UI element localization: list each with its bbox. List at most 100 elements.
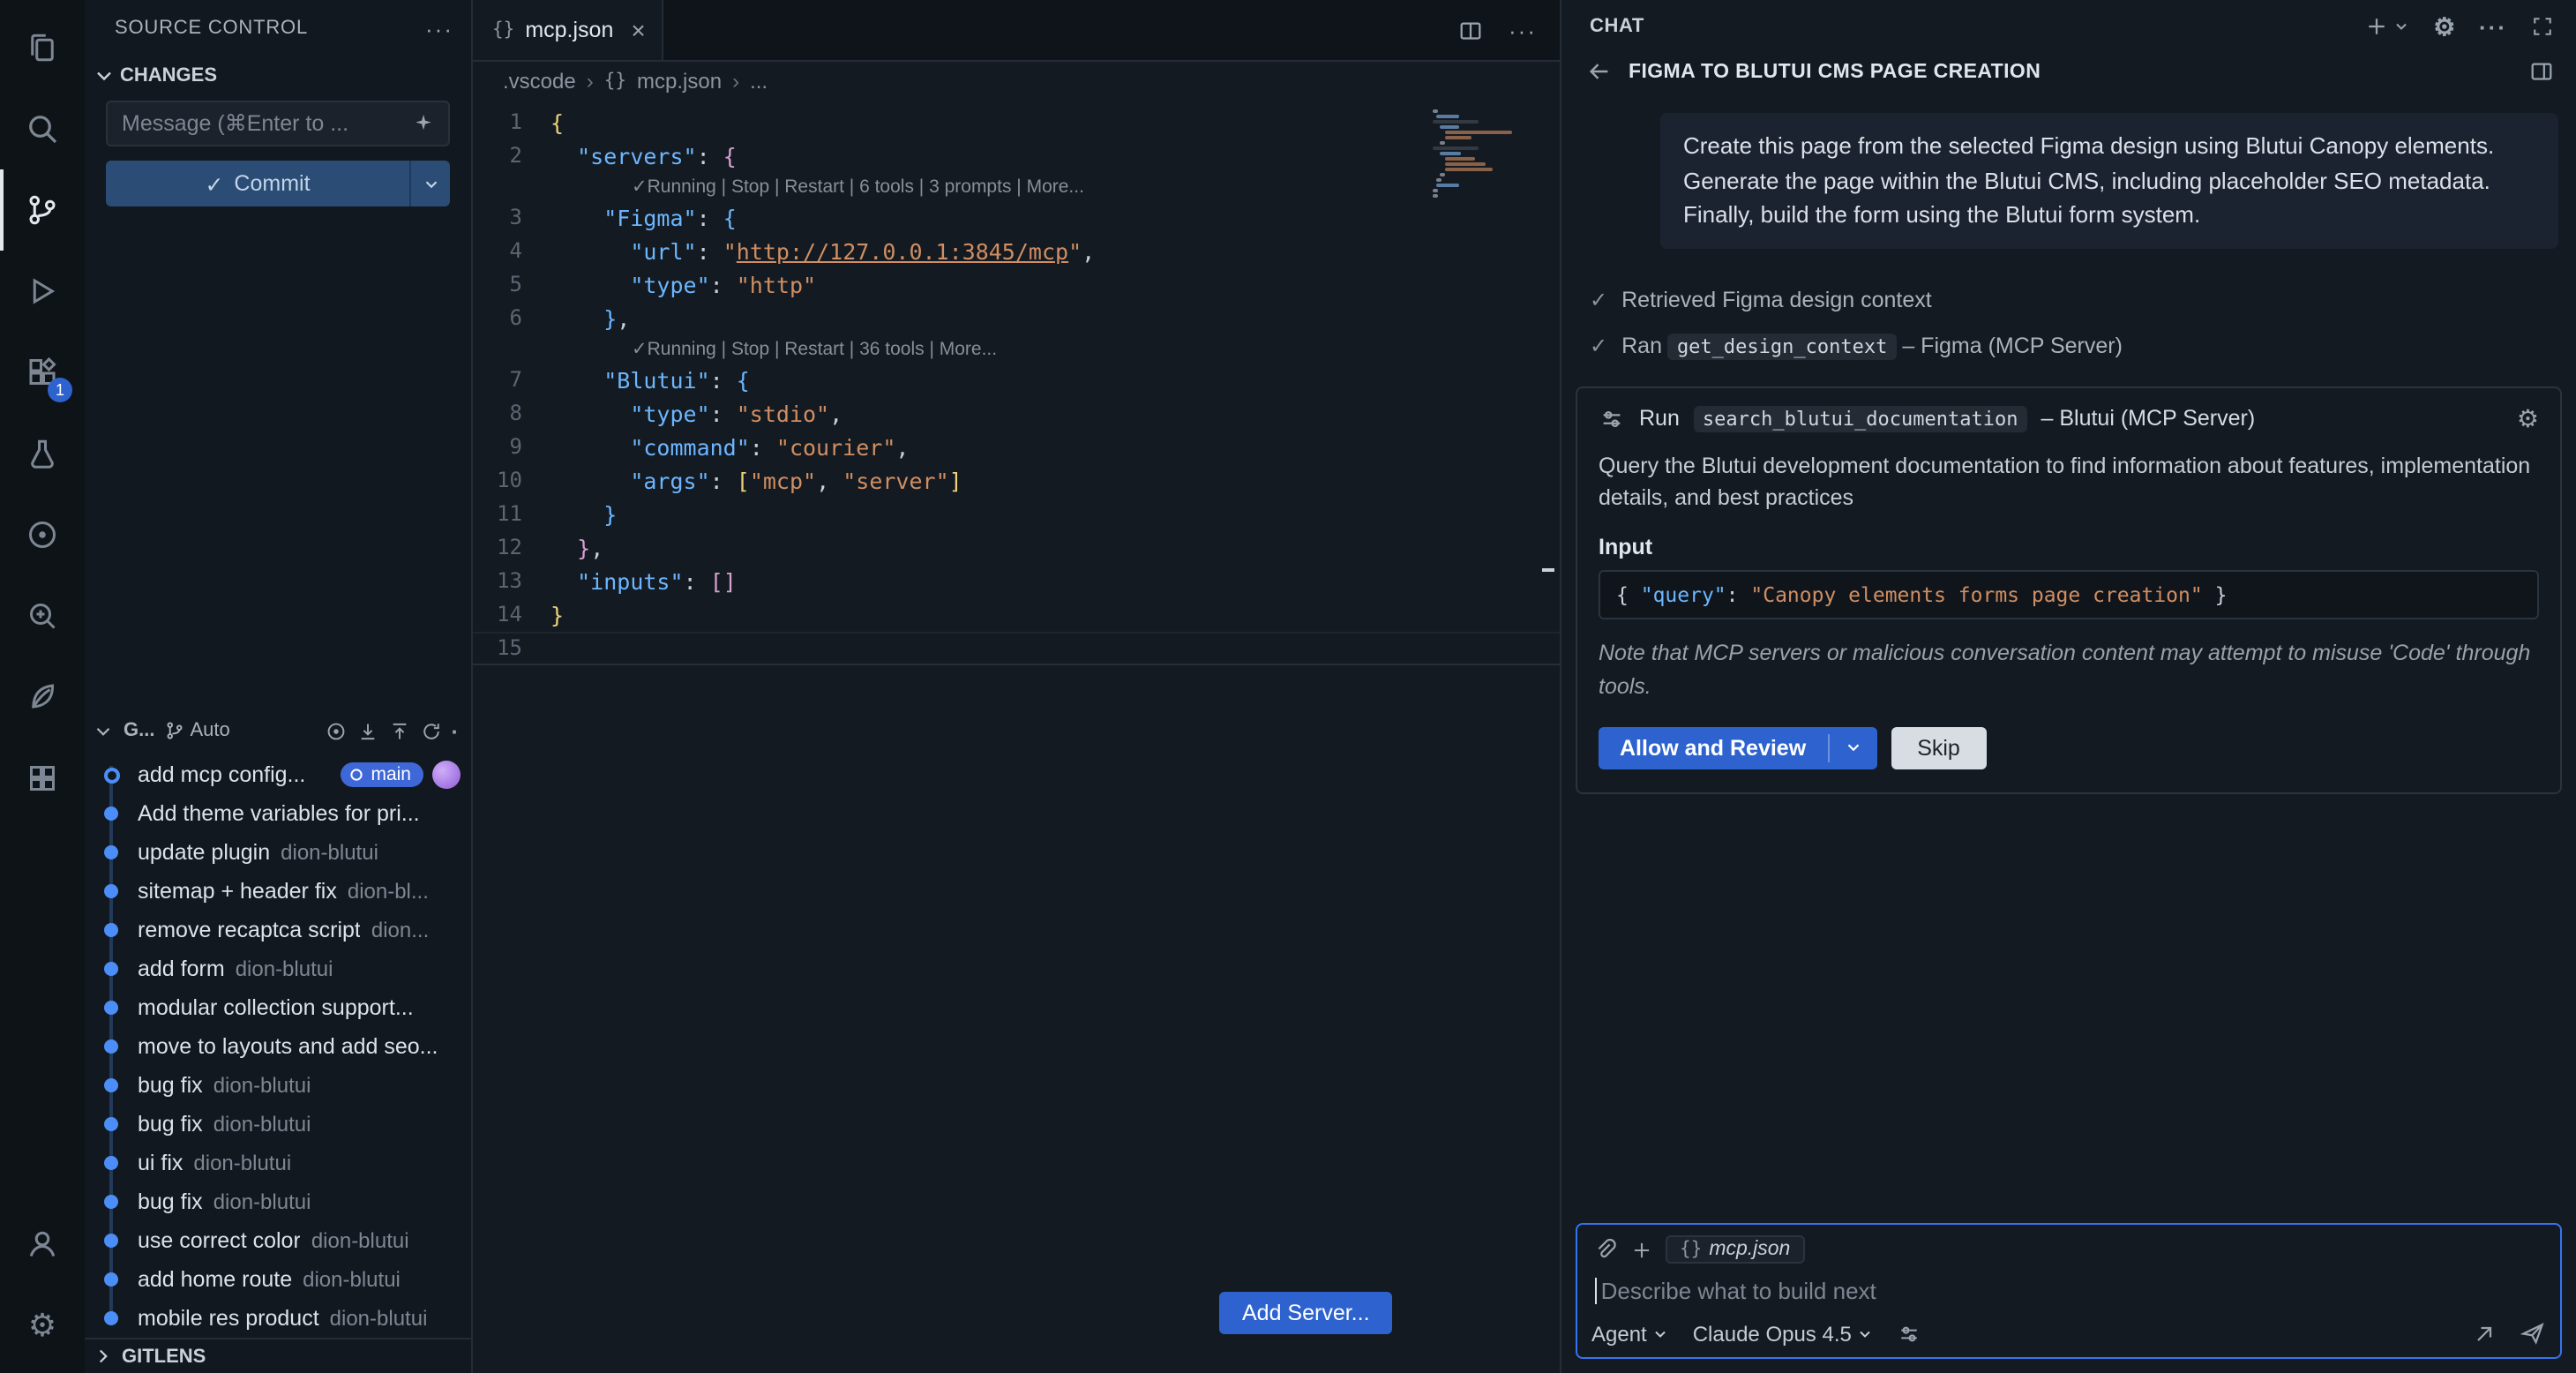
tool-confirmation-card: Run search_blutui_documentation – Blutui… bbox=[1576, 386, 2562, 793]
open-chat-in-editor-icon[interactable] bbox=[2528, 58, 2555, 85]
allow-and-review-button[interactable]: Allow and Review bbox=[1599, 726, 1876, 769]
more-actions-icon[interactable]: ··· bbox=[425, 15, 453, 41]
branch-icon bbox=[163, 720, 184, 741]
add-context-icon[interactable] bbox=[1630, 1238, 1653, 1261]
code-line[interactable]: 7 "Blutui": { bbox=[473, 364, 1560, 397]
allow-dropdown-chevron[interactable] bbox=[1829, 726, 1876, 769]
breadcrumb-file[interactable]: mcp.json bbox=[637, 69, 722, 94]
ai-sparkle-icon[interactable] bbox=[411, 111, 436, 136]
close-tab-icon[interactable]: × bbox=[631, 18, 645, 42]
commit-button[interactable]: ✓ Commit bbox=[106, 161, 450, 206]
code-line[interactable]: 13 "inputs": [] bbox=[473, 565, 1560, 598]
maximize-icon[interactable] bbox=[2530, 14, 2555, 39]
line-number: 8 bbox=[473, 397, 550, 431]
breadcrumb: .vscode › {} mcp.json › ... bbox=[473, 62, 1560, 101]
context-file-chip[interactable]: {} mcp.json bbox=[1666, 1235, 1804, 1264]
code-line[interactable]: 9 "command": "courier", bbox=[473, 431, 1560, 464]
chat-more-icon[interactable]: ··· bbox=[2479, 13, 2507, 40]
graph-more-icon[interactable]: · bbox=[451, 717, 461, 744]
run-debug-icon[interactable] bbox=[0, 251, 85, 332]
chat-composer[interactable]: {} mcp.json Describe what to build next … bbox=[1576, 1223, 2562, 1359]
explorer-icon[interactable] bbox=[0, 7, 85, 88]
code-line[interactable]: 3 "Figma": { bbox=[473, 201, 1560, 235]
attach-paperclip-icon[interactable] bbox=[1591, 1236, 1618, 1263]
url-link[interactable]: http://127.0.0.1:3845/mcp bbox=[737, 238, 1068, 265]
tool-settings-gear-icon[interactable]: ⚙ bbox=[2517, 406, 2539, 431]
chevron-right-icon bbox=[92, 1345, 115, 1368]
code-editor[interactable]: 1{2 "servers": {✓Running | Stop | Restar… bbox=[473, 101, 1560, 1373]
codelens-actions[interactable]: ✓Running | Stop | Restart | 36 tools | M… bbox=[473, 335, 1560, 364]
changes-section-header[interactable]: CHANGES bbox=[85, 56, 471, 95]
code-line[interactable]: 6 }, bbox=[473, 302, 1560, 335]
agent-mode-dropdown[interactable]: Agent bbox=[1591, 1321, 1670, 1346]
code-line[interactable]: 8 "type": "stdio", bbox=[473, 397, 1560, 431]
commit-row[interactable]: update plugindion-blutui bbox=[85, 833, 471, 872]
code-line[interactable]: 14} bbox=[473, 598, 1560, 632]
graph-dot bbox=[104, 1195, 118, 1209]
code-line[interactable]: 15 bbox=[473, 632, 1560, 665]
mongodb-leaf-icon[interactable] bbox=[0, 656, 85, 738]
target-icon[interactable] bbox=[324, 719, 347, 742]
code-line[interactable]: 4 "url": "http://127.0.0.1:3845/mcp", bbox=[473, 235, 1560, 268]
pull-icon[interactable] bbox=[356, 719, 378, 742]
account-icon[interactable] bbox=[0, 1204, 85, 1285]
auto-branch-toggle[interactable]: Auto bbox=[163, 720, 229, 741]
code-text: }, bbox=[550, 531, 1560, 565]
chat-input[interactable]: Describe what to build next bbox=[1591, 1264, 2546, 1320]
containers-icon[interactable] bbox=[0, 738, 85, 819]
breadcrumb-symbol[interactable]: ... bbox=[750, 69, 768, 94]
commit-row[interactable]: bug fixdion-blutui bbox=[85, 1105, 471, 1144]
new-chat-button[interactable] bbox=[2364, 14, 2410, 39]
search-icon[interactable] bbox=[0, 88, 85, 169]
model-picker-dropdown[interactable]: Claude Opus 4.5 bbox=[1693, 1321, 1875, 1346]
code-line[interactable]: 2 "servers": { bbox=[473, 139, 1560, 173]
commit-row[interactable]: use correct colordion-blutui bbox=[85, 1221, 471, 1260]
send-icon[interactable] bbox=[2520, 1320, 2546, 1347]
refresh-icon[interactable] bbox=[419, 719, 442, 742]
code-line[interactable]: 5 "type": "http" bbox=[473, 268, 1560, 302]
code-line[interactable]: 10 "args": ["mcp", "server"] bbox=[473, 464, 1560, 498]
commit-row[interactable]: move to layouts and add seo... bbox=[85, 1027, 471, 1066]
commit-row[interactable]: add mcp config...main bbox=[85, 755, 471, 794]
commit-row[interactable]: add home routedion-blutui bbox=[85, 1260, 471, 1299]
pull-request-icon[interactable] bbox=[0, 494, 85, 575]
commit-message-input[interactable] bbox=[122, 111, 411, 136]
commit-row[interactable]: modular collection support... bbox=[85, 988, 471, 1027]
commit-row[interactable]: remove recaptca scriptdion... bbox=[85, 911, 471, 949]
chat-settings-gear-icon[interactable]: ⚙ bbox=[2433, 14, 2456, 39]
code-line[interactable]: 11 } bbox=[473, 498, 1560, 531]
commit-row[interactable]: Add theme variables for pri... bbox=[85, 794, 471, 833]
extensions-badge: 1 bbox=[48, 378, 72, 402]
settings-gear-icon[interactable]: ⚙ bbox=[0, 1285, 85, 1366]
configure-tools-icon[interactable] bbox=[1898, 1321, 1922, 1346]
source-control-icon[interactable] bbox=[0, 169, 85, 251]
commit-row[interactable]: mobile res productdion-blutui bbox=[85, 1299, 471, 1338]
line-number: 7 bbox=[473, 364, 550, 397]
minimap[interactable] bbox=[1433, 109, 1535, 199]
commit-row[interactable]: add formdion-blutui bbox=[85, 949, 471, 988]
breadcrumb-folder[interactable]: .vscode bbox=[503, 69, 576, 94]
back-arrow-icon[interactable] bbox=[1586, 58, 1613, 85]
editor-more-icon[interactable]: ··· bbox=[1509, 17, 1537, 43]
commit-graph-dot bbox=[85, 1234, 138, 1248]
commit-row[interactable]: bug fixdion-blutui bbox=[85, 1066, 471, 1105]
split-editor-icon[interactable] bbox=[1457, 17, 1484, 43]
inspect-icon[interactable] bbox=[0, 575, 85, 656]
codelens-actions[interactable]: ✓Running | Stop | Restart | 6 tools | 3 … bbox=[473, 173, 1560, 201]
add-server-button[interactable]: Add Server... bbox=[1219, 1292, 1393, 1334]
push-icon[interactable] bbox=[387, 719, 410, 742]
skip-button[interactable]: Skip bbox=[1891, 726, 1987, 769]
graph-section-header[interactable]: G... Auto · bbox=[85, 709, 471, 752]
commit-row[interactable]: ui fixdion-blutui bbox=[85, 1144, 471, 1182]
commit-row[interactable]: sitemap + header fixdion-bl... bbox=[85, 872, 471, 911]
code-line[interactable]: 1{ bbox=[473, 106, 1560, 139]
extensions-icon[interactable]: 1 bbox=[0, 332, 85, 413]
commit-dropdown-chevron[interactable] bbox=[411, 161, 450, 206]
commit-row[interactable]: bug fixdion-blutui bbox=[85, 1182, 471, 1221]
branch-badge[interactable]: main bbox=[341, 762, 423, 787]
testing-icon[interactable] bbox=[0, 413, 85, 494]
arrow-up-right-icon[interactable] bbox=[2472, 1321, 2497, 1346]
tab-mcp-json[interactable]: {} mcp.json × bbox=[473, 0, 663, 60]
gitlens-section-header[interactable]: GITLENS bbox=[85, 1338, 471, 1373]
code-line[interactable]: 12 }, bbox=[473, 531, 1560, 565]
